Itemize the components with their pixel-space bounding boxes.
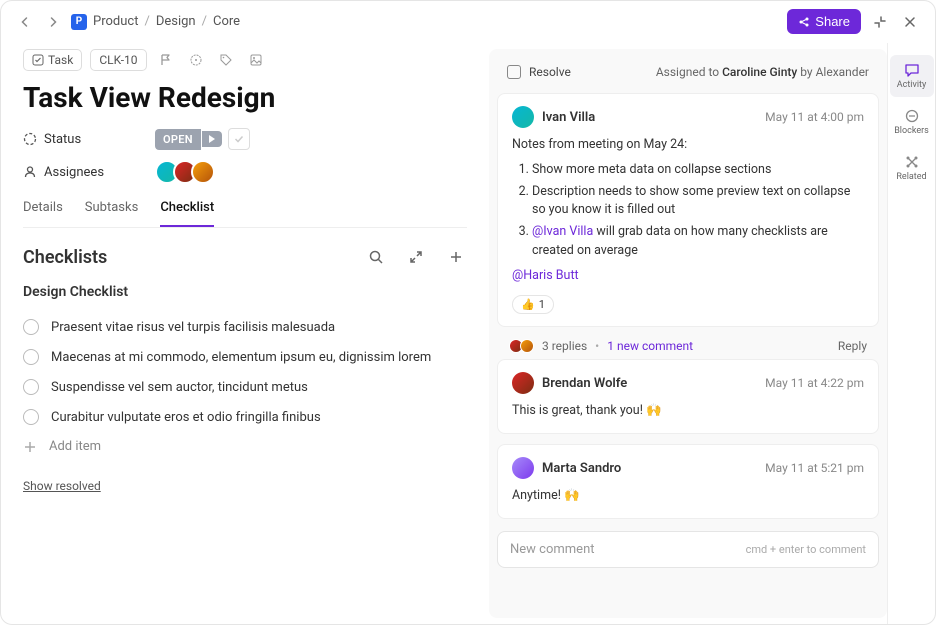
tag-button[interactable] <box>215 49 237 71</box>
check-circle[interactable] <box>23 319 39 335</box>
checklist-item[interactable]: Curabitur vulputate eros et odio fringil… <box>23 402 467 432</box>
product-icon: P <box>71 14 87 30</box>
chevron-right-icon <box>47 16 59 28</box>
blocker-icon <box>904 108 920 124</box>
comment-author: Brendan Wolfe <box>542 376 627 391</box>
breadcrumb-core[interactable]: Core <box>213 14 240 29</box>
avatar <box>191 160 215 184</box>
expand-checklist-button[interactable] <box>405 246 427 268</box>
comment-time: May 11 at 5:21 pm <box>765 461 864 475</box>
check-circle[interactable] <box>23 349 39 365</box>
mention[interactable]: @Haris Butt <box>512 268 579 283</box>
share-button[interactable]: Share <box>787 9 861 34</box>
breadcrumb-design[interactable]: Design <box>156 14 196 29</box>
image-icon <box>249 53 263 67</box>
comment-time: May 11 at 4:22 pm <box>765 376 864 390</box>
avatar <box>512 106 534 128</box>
forward-button[interactable] <box>43 12 63 32</box>
status-run-button[interactable] <box>202 131 222 147</box>
expand-icon <box>408 249 424 265</box>
comment-author: Ivan Villa <box>542 110 595 125</box>
collapse-button[interactable] <box>869 11 891 33</box>
tag-icon <box>219 53 233 67</box>
resolve-label: Resolve <box>529 65 571 79</box>
close-icon <box>903 15 917 29</box>
add-item-button[interactable]: Add item <box>23 432 467 461</box>
image-button[interactable] <box>245 49 267 71</box>
play-icon <box>208 135 216 143</box>
composer-hint: cmd + enter to comment <box>746 543 866 556</box>
collapse-icon <box>873 15 887 29</box>
resolve-checkbox[interactable] <box>507 65 521 79</box>
task-id-pill[interactable]: CLK-10 <box>90 49 146 71</box>
comment-author: Marta Sandro <box>542 461 621 476</box>
breadcrumb-product[interactable]: Product <box>93 14 138 29</box>
page-title: Task View Redesign <box>23 81 467 114</box>
task-icon <box>32 54 44 66</box>
avatar <box>512 457 534 479</box>
checklist-item[interactable]: Suspendisse vel sem auctor, tincidunt me… <box>23 372 467 402</box>
status-label: Status <box>23 132 143 147</box>
check-circle[interactable] <box>23 409 39 425</box>
comment: Brendan Wolfe May 11 at 4:22 pm This is … <box>497 359 879 434</box>
new-comment-link[interactable]: 1 new comment <box>607 339 693 353</box>
status-value[interactable]: OPEN <box>155 129 201 150</box>
assigned-info: Assigned to Caroline Ginty by Alexander <box>656 65 869 79</box>
sidebar-item-blockers[interactable]: Blockers <box>890 101 934 143</box>
reaction-button[interactable]: 👍1 <box>512 295 554 314</box>
tab-checklist[interactable]: Checklist <box>160 200 214 227</box>
sidebar-item-activity[interactable]: Activity <box>890 55 934 97</box>
reply-button[interactable]: Reply <box>838 339 867 353</box>
comment: Marta Sandro May 11 at 5:21 pm Anytime! … <box>497 444 879 519</box>
plus-icon <box>23 440 37 454</box>
task-type-pill[interactable]: Task <box>23 49 82 71</box>
tab-details[interactable]: Details <box>23 200 63 227</box>
comment-icon <box>904 62 920 78</box>
sidebar-item-related[interactable]: Related <box>890 147 934 189</box>
checklists-title: Checklists <box>23 247 107 268</box>
assignee-avatars[interactable] <box>155 160 215 184</box>
flag-icon <box>159 53 173 67</box>
share-icon <box>798 16 810 28</box>
tab-subtasks[interactable]: Subtasks <box>85 200 139 227</box>
comment-composer[interactable]: New comment cmd + enter to comment <box>497 531 879 568</box>
mention[interactable]: @Ivan Villa <box>532 224 593 239</box>
check-circle[interactable] <box>23 379 39 395</box>
chevron-left-icon <box>19 16 31 28</box>
check-icon <box>233 133 245 145</box>
close-button[interactable] <box>899 11 921 33</box>
person-icon <box>23 165 37 179</box>
composer-placeholder: New comment <box>510 542 595 557</box>
assignees-label: Assignees <box>23 165 143 180</box>
show-resolved-link[interactable]: Show resolved <box>23 479 101 493</box>
add-checklist-button[interactable] <box>445 246 467 268</box>
checklist-item[interactable]: Maecenas at mi commodo, elementum ipsum … <box>23 342 467 372</box>
target-icon <box>189 53 203 67</box>
checklist-item[interactable]: Praesent vitae risus vel turpis facilisi… <box>23 312 467 342</box>
comment: Ivan Villa May 11 at 4:00 pm Notes from … <box>497 93 879 327</box>
back-button[interactable] <box>15 12 35 32</box>
status-complete-button[interactable] <box>228 128 250 150</box>
replies-count[interactable]: 3 replies <box>542 339 587 353</box>
search-icon <box>368 249 384 265</box>
plus-icon <box>448 249 464 265</box>
flag-button[interactable] <box>155 49 177 71</box>
scope-button[interactable] <box>185 49 207 71</box>
status-icon <box>23 132 37 146</box>
breadcrumb: P Product / Design / Core <box>71 14 240 30</box>
related-icon <box>904 154 920 170</box>
search-checklist-button[interactable] <box>365 246 387 268</box>
avatar <box>520 339 534 353</box>
comment-time: May 11 at 4:00 pm <box>765 110 864 124</box>
avatar <box>512 372 534 394</box>
checklist-name: Design Checklist <box>23 284 467 300</box>
